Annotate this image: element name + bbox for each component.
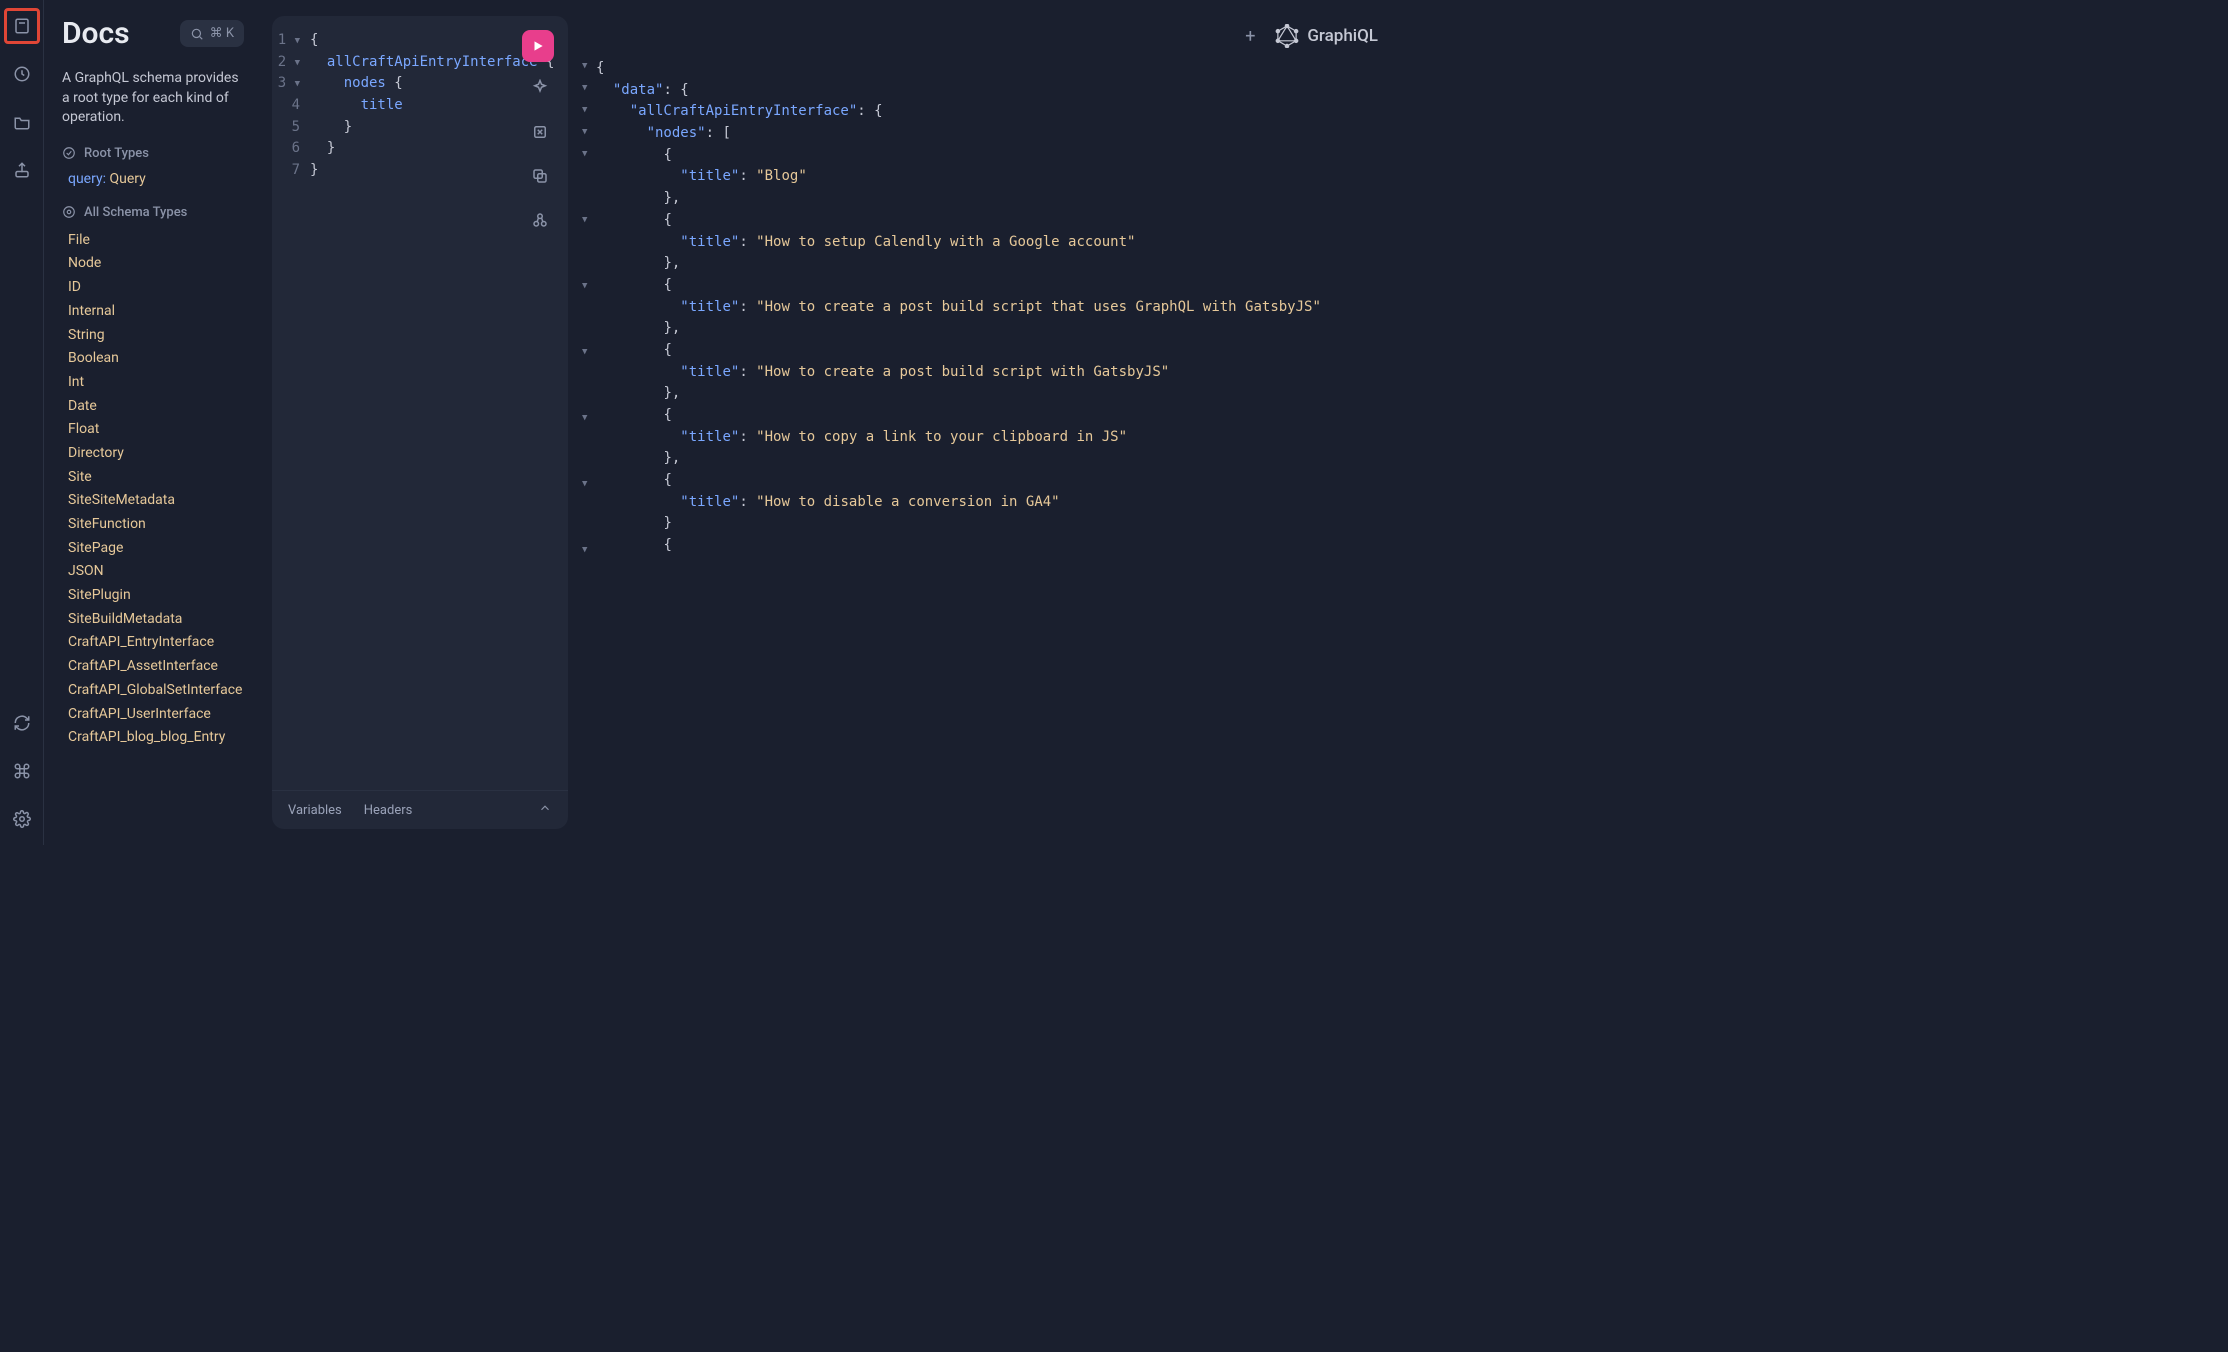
schema-type-item[interactable]: String (68, 325, 244, 347)
response-code: { "data": { "allCraftApiEntryInterface":… (596, 58, 1382, 829)
schema-type-item[interactable]: Int (68, 372, 244, 394)
schema-type-item[interactable]: Node (68, 253, 244, 275)
search-button[interactable]: ⌘ K (180, 20, 244, 47)
schema-icon (62, 205, 76, 219)
docs-title: Docs (62, 16, 130, 51)
left-rail (0, 0, 44, 845)
chevron-up-icon (538, 801, 552, 815)
schema-type-item[interactable]: SiteSiteMetadata (68, 490, 244, 512)
variables-tab[interactable]: Variables (288, 803, 342, 818)
collapse-toggle[interactable] (538, 801, 552, 819)
search-hint: ⌘ K (210, 26, 234, 41)
headers-tab[interactable]: Headers (364, 803, 413, 818)
schema-type-item[interactable]: CraftAPI_UserInterface (68, 704, 244, 726)
schema-type-item[interactable]: File (68, 230, 244, 252)
root-type-value[interactable]: Query (109, 171, 145, 187)
schema-type-item[interactable]: Boolean (68, 348, 244, 370)
schema-type-item[interactable]: JSON (68, 561, 244, 583)
webhook-button[interactable] (526, 206, 554, 234)
docs-description: A GraphQL schema provides a root type fo… (62, 69, 244, 128)
line-gutter: 1 ▼2 ▼3 ▼4567 (272, 16, 306, 790)
response-fold-gutter: ▼▼▼▼▼▼▼▼▼▼▼ (582, 58, 596, 829)
settings-icon[interactable] (4, 801, 40, 837)
schema-type-item[interactable]: CraftAPI_blog_blog_Entry (68, 727, 244, 749)
docs-panel: Docs ⌘ K A GraphQL schema provides a roo… (44, 0, 262, 845)
search-icon (190, 27, 204, 41)
schema-list: FileNodeIDInternalStringBooleanIntDateFl… (68, 230, 244, 749)
shortcuts-icon[interactable] (4, 753, 40, 789)
root-types-header: Root Types (62, 146, 244, 161)
root-type-line: query: Query (68, 171, 244, 187)
history-icon[interactable] (4, 56, 40, 92)
copy-icon (531, 167, 549, 185)
schema-type-item[interactable]: SitePage (68, 538, 244, 560)
schema-type-item[interactable]: Float (68, 419, 244, 441)
schema-type-item[interactable]: SiteBuildMetadata (68, 609, 244, 631)
merge-button[interactable] (526, 118, 554, 146)
play-icon (531, 39, 545, 53)
schema-type-item[interactable]: CraftAPI_GlobalSetInterface (68, 680, 244, 702)
sparkle-icon (531, 79, 549, 97)
schema-type-item[interactable]: Date (68, 396, 244, 418)
schema-type-item[interactable]: ID (68, 277, 244, 299)
all-schema-header: All Schema Types (62, 205, 244, 220)
schema-type-item[interactable]: SiteFunction (68, 514, 244, 536)
response-panel: + GraphiQL ▼▼▼▼▼▼▼▼▼▼▼ { "data": { "allC… (582, 16, 1382, 829)
run-button[interactable] (522, 30, 554, 62)
prettify-button[interactable] (526, 74, 554, 102)
merge-icon (531, 123, 549, 141)
explorer-icon[interactable] (4, 104, 40, 140)
schema-type-item[interactable]: CraftAPI_AssetInterface (68, 656, 244, 678)
graphql-logo-icon (1275, 24, 1299, 48)
root-icon (62, 146, 76, 160)
copy-button[interactable] (526, 162, 554, 190)
query-editor: 1 ▼2 ▼3 ▼4567 { allCraftApiEntryInterfac… (272, 16, 568, 829)
brand-label: GraphiQL (1307, 26, 1378, 46)
schema-type-item[interactable]: Directory (68, 443, 244, 465)
root-type-label: query: (68, 171, 106, 187)
schema-type-item[interactable]: Internal (68, 301, 244, 323)
refetch-icon[interactable] (4, 705, 40, 741)
graphiql-brand: GraphiQL (1275, 24, 1378, 48)
schema-type-item[interactable]: SitePlugin (68, 585, 244, 607)
query-code[interactable]: { allCraftApiEntryInterface { nodes { ti… (306, 16, 554, 790)
schema-type-item[interactable]: CraftAPI_EntryInterface (68, 632, 244, 654)
variables-bar: Variables Headers (272, 790, 568, 829)
webhook-icon (531, 211, 549, 229)
share-icon[interactable] (4, 152, 40, 188)
docs-icon[interactable] (4, 8, 40, 44)
add-tab-button[interactable]: + (1239, 25, 1261, 47)
schema-type-item[interactable]: Site (68, 467, 244, 489)
